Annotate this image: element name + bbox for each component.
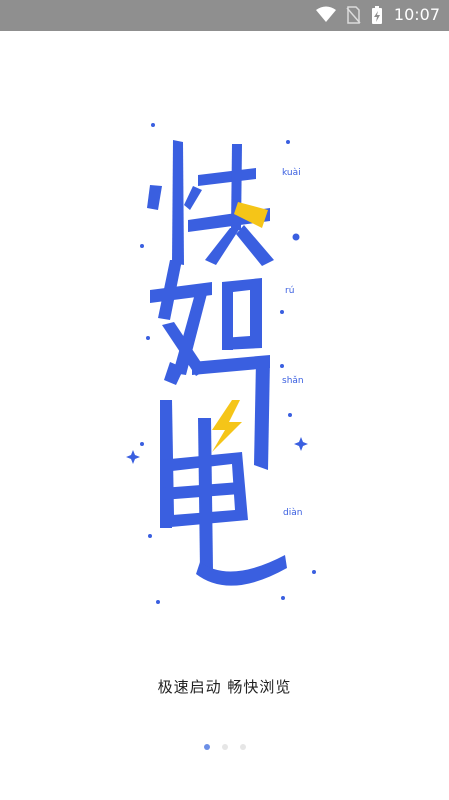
- status-bar: 10:07: [0, 0, 449, 31]
- page-dot-3[interactable]: [240, 744, 246, 750]
- page-indicator: [0, 744, 449, 754]
- page-dot-1[interactable]: [204, 744, 210, 750]
- pinyin-kuai: kuài: [282, 168, 301, 178]
- no-sim-icon: [346, 6, 361, 24]
- wifi-icon: [316, 6, 336, 22]
- hero-artwork: kuài rú shǎn diàn: [0, 100, 449, 620]
- pinyin-dian: diàn: [283, 508, 303, 518]
- lightning-bolt-icon: [212, 400, 242, 452]
- pinyin-ru: rú: [285, 286, 295, 296]
- status-time: 10:07: [393, 5, 440, 24]
- battery-charging-icon: [372, 6, 382, 24]
- char-kuai: [147, 140, 274, 266]
- hero-calligraphy: [126, 123, 316, 604]
- pinyin-shan: shǎn: [282, 376, 304, 386]
- page-dot-2[interactable]: [222, 744, 228, 750]
- slogan-text: 极速启动 畅快浏览: [157, 678, 292, 696]
